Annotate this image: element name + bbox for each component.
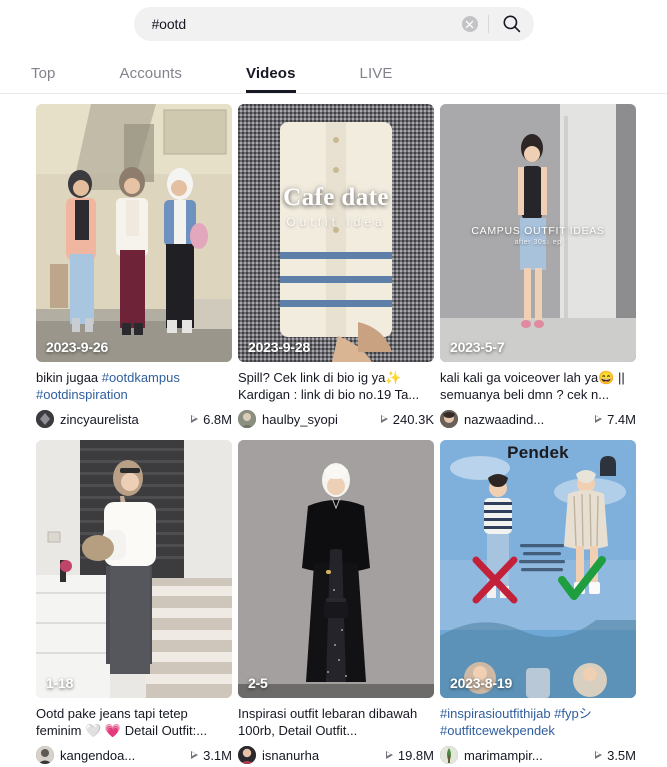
search-tabs: Top Accounts Videos LIVE [0,48,667,94]
video-card[interactable]: 2023-9-26 bikin jugaa #ootdkampus #ootdi… [36,104,232,430]
video-date: 1-18 [46,675,74,691]
video-thumbnail[interactable]: Cafe date Outfit Idea 2023-9-28 [238,104,434,362]
video-card[interactable]: 2-5 Inspirasi outfit lebaran dibawah 100… [238,440,434,766]
thumbnail-art-black-dress [238,440,434,698]
play-icon [595,415,603,423]
caption-segment: bikin jugaa [36,370,102,385]
video-play-count: 3.5M [595,748,636,763]
video-meta: haulby_syopi 240.3K [238,408,434,430]
video-play-count: 7.4M [595,412,636,427]
video-play-count: 19.8M [385,747,434,763]
play-icon [380,415,388,423]
tab-live[interactable]: LIVE [360,65,393,93]
search-bar[interactable] [133,7,534,41]
video-author[interactable]: nazwaadind... [464,412,544,427]
video-author[interactable]: haulby_syopi [262,412,338,427]
video-thumbnail[interactable]: 2023-9-26 [36,104,232,362]
video-caption: Inspirasi outfit lebaran dibawah 100rb, … [238,706,418,738]
tab-videos[interactable]: Videos [246,65,296,93]
video-thumbnail[interactable]: Pendek 2023-8-19 [440,440,636,698]
play-count-value: 19.8M [397,747,434,763]
video-date: 2023-8-19 [450,675,513,691]
thumbnail-art-cardigan-flatlay [238,104,434,362]
thumbnail-art-campus-group [36,104,232,362]
video-author[interactable]: zincyaurelista [60,412,139,427]
video-thumbnail[interactable]: 1-18 [36,440,232,698]
video-caption: bikin jugaa #ootdkampus #ootdinspiration [36,369,232,403]
video-play-count: 6.8M [191,412,232,427]
avatar[interactable] [238,746,256,764]
caption-hashtag[interactable]: #ootdkampus [102,370,180,385]
video-play-count: 3.1M [191,748,232,763]
video-author[interactable]: kangendoa... [60,748,135,763]
video-thumbnail[interactable]: CAMPUS OUTFIT IDEAS after 30s↓ ep 2023-5… [440,104,636,362]
video-card[interactable]: 1-18 Ootd pake jeans tapi tetep feminim … [36,440,232,766]
tab-accounts[interactable]: Accounts [120,65,183,93]
video-card[interactable]: Cafe date Outfit Idea 2023-9-28 Spill? C… [238,104,434,430]
search-icon[interactable] [498,10,530,38]
video-date: 2-5 [248,675,268,691]
video-caption: Spill? Cek link di bio ig ya✨ Kardigan :… [238,370,420,402]
play-icon [191,751,199,759]
video-results-grid: 2023-9-26 bikin jugaa #ootdkampus #ootdi… [0,94,667,766]
tab-top[interactable]: Top [31,65,56,93]
close-circle-icon[interactable] [461,16,478,32]
video-date: 2023-9-28 [248,339,311,355]
video-author[interactable]: marimampir... [464,748,543,763]
search-input[interactable] [151,16,462,32]
avatar[interactable] [238,410,256,428]
video-meta: marimampir... 3.5M [440,744,636,766]
thumbnail-art-white-blouse-room [36,440,232,698]
play-count-value: 6.8M [203,411,232,427]
video-caption: #inspirasioutfithijab #fypシ #outfitcewek… [440,705,636,739]
video-caption: kali kali ga voiceover lah ya😄 || semuan… [440,370,625,402]
avatar[interactable] [440,746,458,764]
video-card[interactable]: Pendek 2023-8-19 #inspirasioutfithijab #… [440,440,636,766]
video-card[interactable]: CAMPUS OUTFIT IDEAS after 30s↓ ep 2023-5… [440,104,636,430]
play-count-value: 3.1M [203,747,232,763]
video-meta: nazwaadind... 7.4M [440,408,636,430]
video-date: 2023-5-7 [450,339,505,355]
search-header [0,0,667,48]
video-date: 2023-9-26 [46,339,109,355]
video-meta: kangendoa... 3.1M [36,744,232,766]
caption-hashtag[interactable]: #ootdinspiration [36,387,128,402]
video-caption: Ootd pake jeans tapi tetep feminim 🤍 💗 D… [36,706,208,738]
caption-hashtag[interactable]: #inspirasioutfithijab #fypシ [440,706,592,721]
video-play-count: 240.3K [380,411,434,427]
play-icon [385,751,393,759]
play-count-value: 7.4M [607,411,636,427]
avatar[interactable] [440,410,458,428]
video-thumbnail[interactable]: 2-5 [238,440,434,698]
avatar[interactable] [36,410,54,428]
video-author[interactable]: isnanurha [262,748,319,763]
search-divider [487,15,489,33]
avatar[interactable] [36,746,54,764]
caption-hashtag[interactable]: #outfitcewekpendek [440,723,555,738]
play-count-value: 3.5M [607,747,636,763]
video-meta: zincyaurelista 6.8M [36,408,232,430]
play-icon [595,751,603,759]
play-count-value: 240.3K [392,411,434,427]
play-icon [191,415,199,423]
video-meta: isnanurha 19.8M [238,744,434,766]
thumbnail-art-denim-girl [440,104,636,362]
thumbnail-art-collage-tips [440,440,636,698]
